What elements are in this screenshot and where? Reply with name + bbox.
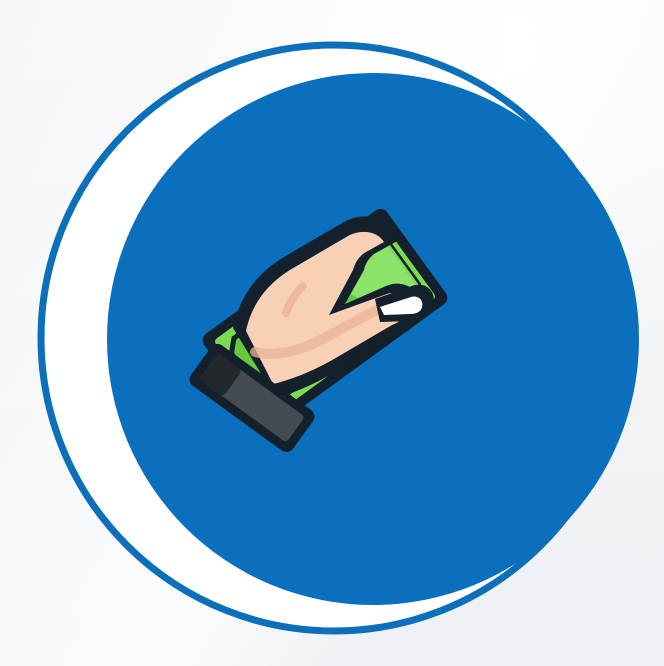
icon-canvas <box>0 0 664 666</box>
hand-holding-money-icon <box>37 41 639 635</box>
